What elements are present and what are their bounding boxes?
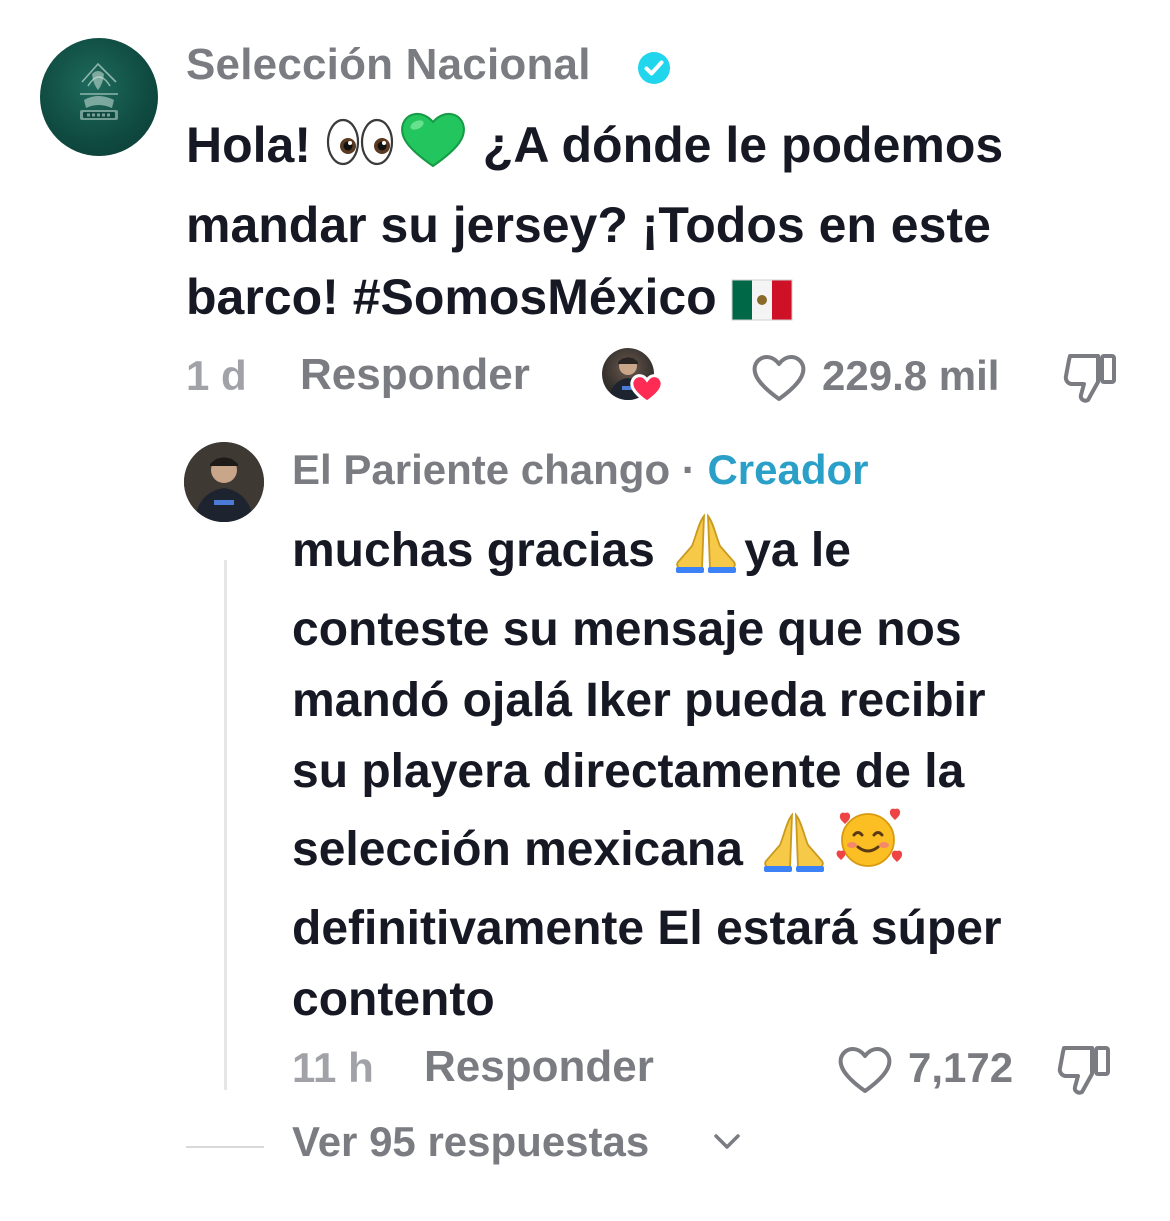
heart-outline-icon[interactable] [750,352,808,404]
comment-reply-button[interactable]: Responder [300,350,530,400]
reply-timestamp: 11 h [292,1044,374,1091]
reply-text-line-4: su playera directamente de la [292,745,965,798]
reply-text-line-2: conteste su mensaje que nos [292,603,962,656]
creator-liked-indicator [600,348,668,404]
creator-badge: Creador [707,446,869,493]
reply-text: muchas gracias ya le conteste su mensaje… [292,512,1152,1035]
eyes-emoji-icon [325,114,397,189]
reply-text-line-5: selección mexicana [292,807,1152,893]
reply-author-name[interactable]: El Pariente chango [292,446,670,493]
reply-text-line-3: mandó ojalá Iker pueda recibir [292,674,986,727]
folded-hands-emoji-icon [756,811,832,893]
reply-text-line-7: contento [292,973,495,1026]
seleccion-nacional-avatar[interactable] [40,38,158,156]
heart-filled-icon [630,374,664,404]
comment-text-line-2: mandar su jersey? ¡Todos en este [186,197,991,253]
comment-timestamp: 1 d [186,352,247,399]
smiling-face-with-hearts-emoji-icon [832,807,904,893]
reply-reply-button[interactable]: Responder [424,1042,654,1092]
view-replies-divider [186,1146,264,1148]
thread-connector-line [224,560,227,1090]
reply-actions-row: 11 h Responder 7,172 [0,1038,1170,1098]
comment-actions-row: 1 d Responder 229.8 mil [0,346,1170,406]
comment-like-count: 229.8 mil [822,352,1000,399]
heart-outline-icon[interactable] [836,1044,894,1096]
comment-author-name[interactable]: Selección Nacional [186,40,591,90]
reply-text-line-1: muchas gracias ya le [292,512,1152,594]
view-replies-label[interactable]: Ver 95 respuestas [292,1118,649,1166]
verified-check-icon [638,52,670,84]
mexico-flag-emoji-icon [731,269,793,341]
green-heart-emoji-icon [397,108,469,189]
view-replies-button[interactable]: Ver 95 respuestas [186,1118,886,1178]
reply-comment: El Pariente chango · Creador muchas grac… [0,430,1170,1110]
reply-author-line: El Pariente chango · Creador [292,446,869,494]
author-separator: · [670,446,708,493]
comment-text: Hola! ¿A dónde le podemos mandar su jers… [186,108,1126,341]
comment-main: Selección Nacional Hola! ¿A dónde le pod… [0,0,1170,420]
chevron-down-icon[interactable] [712,1132,742,1152]
thumbs-down-outline-icon[interactable] [1056,1042,1114,1098]
fmf-crest-logo [80,62,118,120]
el-pariente-chango-avatar[interactable] [184,442,264,522]
comment-text-line-1: Hola! ¿A dónde le podemos [186,108,1126,189]
folded-hands-emoji-icon [668,512,744,594]
reply-text-line-6: definitivamente El estará súper [292,902,1002,955]
comment-text-line-3: barco! #SomosMéxico [186,261,1126,341]
reply-like-count: 7,172 [908,1044,1014,1091]
thumbs-down-outline-icon[interactable] [1062,350,1120,406]
